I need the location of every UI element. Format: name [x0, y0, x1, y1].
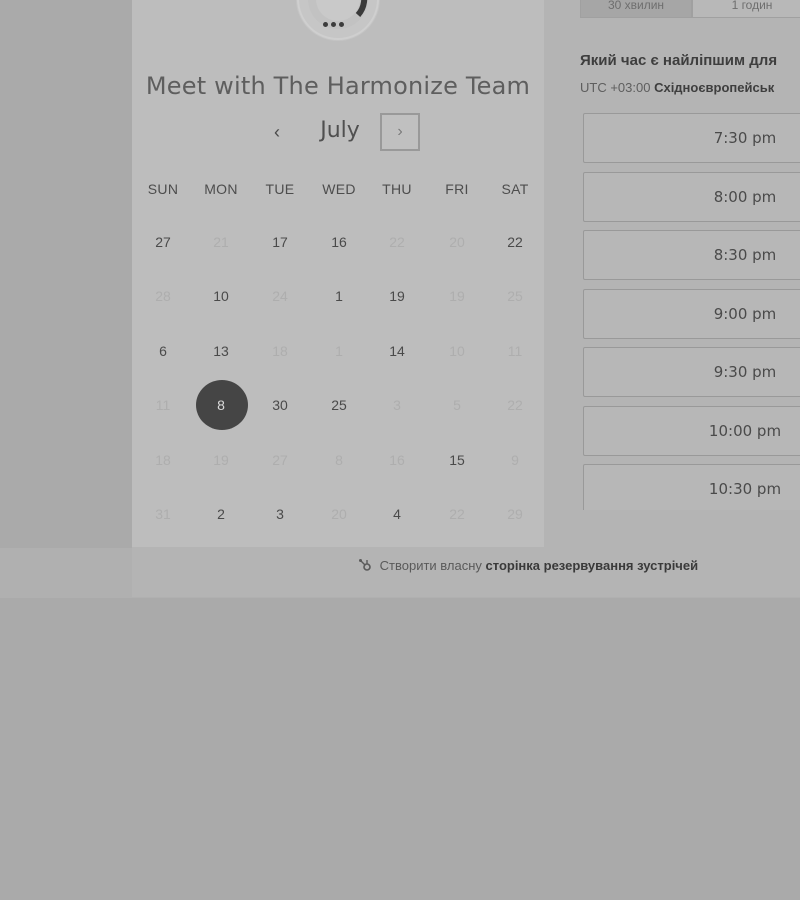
calendar-day: 22	[449, 506, 465, 522]
hubspot-sprocket-icon	[359, 559, 371, 571]
time-slot-list: 7:30 pm 8:00 pm 8:30 pm 9:00 pm 9:30 pm 10:00…	[544, 0, 800, 510]
weekday-sun: SUN	[147, 181, 179, 197]
calendar-day: 31	[155, 506, 171, 522]
time-slot-button[interactable]: 9:00 pm	[583, 288, 800, 339]
calendar-day-selected[interactable]: 8	[192, 390, 250, 420]
calendar-day: 8	[335, 452, 343, 468]
weekday-sat: SAT	[501, 181, 529, 197]
calendar-day: 19	[449, 288, 465, 304]
calendar-day[interactable]: 10	[192, 281, 250, 311]
calendar-day[interactable]: 16	[310, 227, 368, 257]
weekday-thu: THU	[382, 181, 412, 197]
calendar-day: 18	[155, 452, 171, 468]
month-label: July	[320, 118, 360, 143]
host-avatar	[296, 0, 380, 41]
calendar-day: 22	[389, 234, 405, 250]
weekday-tue: TUE	[265, 181, 295, 197]
time-slot-label: 9:00 pm	[713, 304, 777, 323]
time-slot-button[interactable]: 8:30 pm	[583, 230, 800, 280]
calendar-day[interactable]: 3	[251, 499, 309, 529]
calendar-day[interactable]: 13	[192, 336, 250, 366]
time-slot-label: 7:30 pm	[713, 129, 777, 147]
avatar-ring-icon	[297, 0, 379, 40]
time-slot-label: 8:00 pm	[713, 187, 777, 206]
time-slot-label: 10:00 pm	[708, 421, 782, 440]
calendar-day: 16	[389, 452, 405, 468]
time-slot-button[interactable]: 9:30 pm	[583, 347, 800, 397]
calendar-day[interactable]: 14	[368, 336, 426, 366]
calendar-day: 3	[393, 397, 401, 413]
calendar-day[interactable]: 15	[428, 445, 486, 475]
time-slot-label: 10:30 pm	[708, 480, 782, 498]
calendar-day: 11	[155, 397, 171, 413]
time-slot-button[interactable]: 10:00 pm	[583, 405, 800, 456]
calendar-day: 20	[331, 506, 347, 522]
weekday-mon: MON	[204, 181, 238, 197]
calendar-day: 5	[453, 397, 461, 413]
calendar-day[interactable]: 27	[134, 227, 192, 257]
calendar-day: 9	[511, 452, 519, 468]
calendar-day[interactable]: 22	[486, 227, 544, 257]
footer-prefix: Створити власну	[379, 558, 482, 573]
calendar-day: 18	[272, 343, 288, 359]
calendar-day[interactable]: 17	[251, 227, 309, 257]
calendar-day: 25	[507, 288, 523, 304]
calendar-day[interactable]: 30	[251, 390, 309, 420]
weekday-wed: WED	[322, 181, 356, 197]
weekday-fri: FRI	[445, 181, 469, 197]
calendar-day[interactable]: 2	[192, 499, 250, 529]
calendar-day: 24	[272, 288, 288, 304]
calendar-day: 27	[272, 452, 288, 468]
next-month-button[interactable]: ›	[380, 113, 420, 151]
calendar-day: 22	[507, 397, 523, 413]
time-slot-label: 8:30 pm	[713, 246, 777, 264]
time-slot-button[interactable]: 8:00 pm	[583, 171, 800, 222]
time-slot-button[interactable]: 10:30 pm	[583, 464, 800, 510]
calendar-day: 19	[213, 452, 229, 468]
calendar-day: 20	[449, 234, 465, 250]
calendar-day[interactable]: 19	[368, 281, 426, 311]
calendar-day[interactable]: 6	[134, 336, 192, 366]
calendar-day[interactable]: 1	[310, 281, 368, 311]
calendar-day: 28	[155, 288, 171, 304]
calendar-day: 10	[449, 343, 465, 359]
calendar-day[interactable]: 4	[368, 499, 426, 529]
prev-month-button[interactable]: ‹	[262, 116, 292, 148]
calendar-day: 1	[335, 343, 343, 359]
time-slot-button[interactable]: 7:30 pm	[583, 113, 800, 163]
time-slot-label: 9:30 pm	[713, 363, 777, 381]
calendar-day: 21	[213, 234, 229, 250]
footer-booking-link[interactable]: сторінка резервування зустрічей	[486, 558, 699, 573]
calendar-day: 11	[507, 343, 523, 359]
calendar-day: 29	[507, 506, 523, 522]
footer-bar: Створити власну сторінка резервування зу…	[132, 558, 800, 584]
meeting-title: Meet with The Harmonize Team	[145, 72, 531, 100]
calendar-day[interactable]: 25	[310, 390, 368, 420]
more-dots-icon	[323, 14, 353, 27]
